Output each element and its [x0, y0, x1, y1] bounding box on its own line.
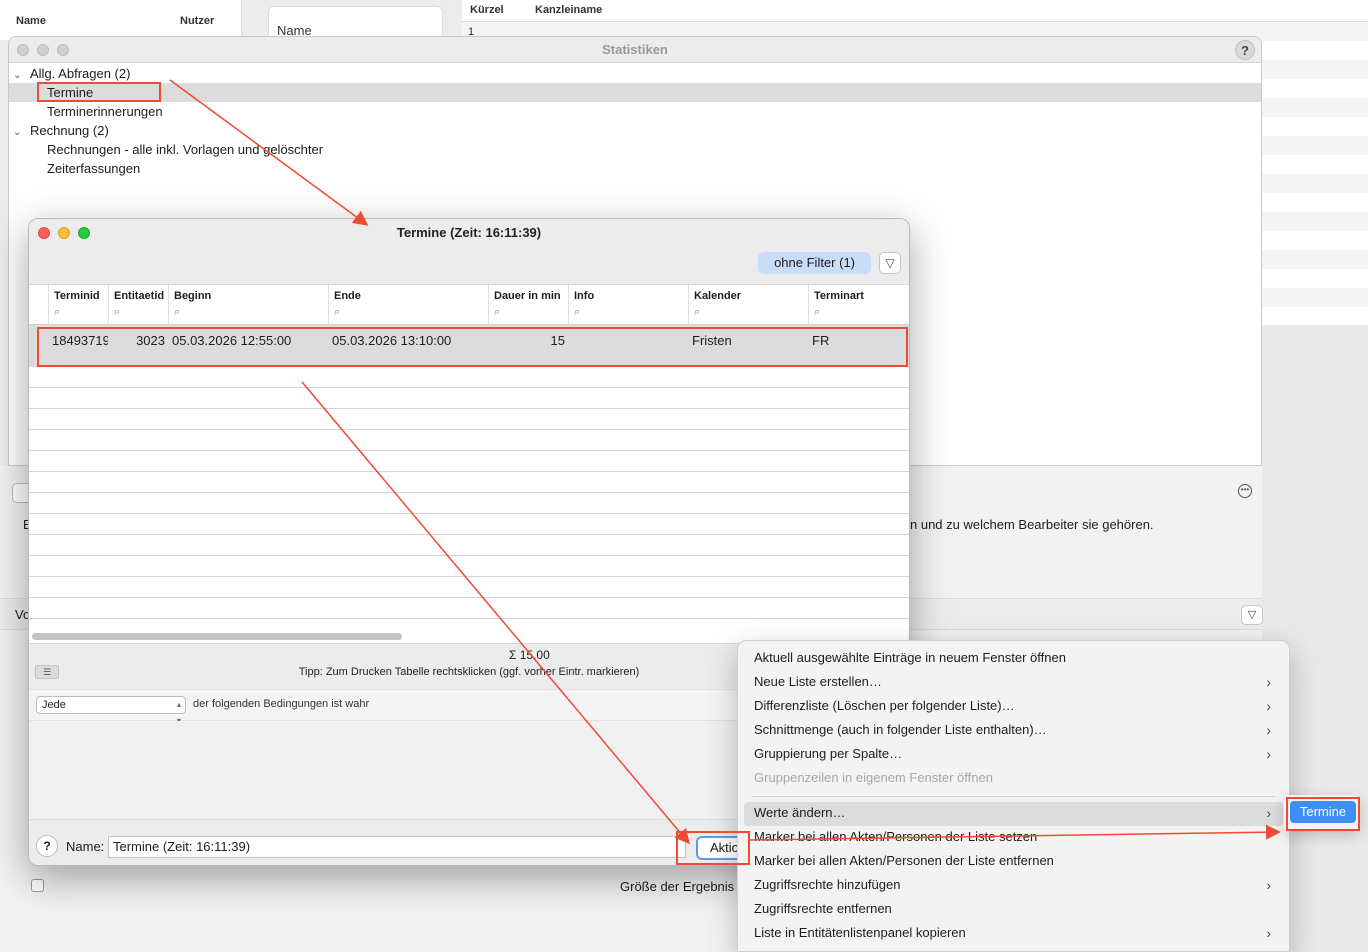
row-marker-header	[29, 285, 49, 325]
cell-entitaetid: 3023	[136, 333, 165, 348]
menu-item-new-list[interactable]: Neue Liste erstellen… ›	[738, 671, 1289, 695]
search-icon[interactable]: ⌕	[174, 306, 328, 319]
chevron-right-icon: ›	[1266, 805, 1271, 821]
name-label: Name:	[66, 839, 105, 854]
bg-right-header: Kürzel Kanzleiname	[462, 0, 1368, 22]
horizontal-scrollbar[interactable]	[32, 633, 402, 640]
bg-col-user: Nutzer	[180, 15, 215, 27]
col-header-kalender[interactable]: Kalender ⌕	[689, 285, 809, 325]
col-header-ende[interactable]: Ende ⌕	[329, 285, 489, 325]
search-icon[interactable]: ⌕	[574, 306, 688, 319]
search-icon[interactable]: ⌕	[494, 306, 568, 319]
search-icon[interactable]: ⌕	[334, 306, 488, 319]
context-menu: Aktuell ausgewählte Einträge in neuem Fe…	[737, 640, 1290, 952]
bg-more-icon[interactable]: •••	[1238, 484, 1252, 498]
menu-item-open-selected[interactable]: Aktuell ausgewählte Einträge in neuem Fe…	[738, 647, 1289, 671]
submenu-item-termine[interactable]: Termine	[1290, 801, 1356, 823]
bg-description-text: n und zu welchem Bearbeiter sie gehören.	[910, 517, 1154, 532]
bg-result-size-text: Größe der Ergebnis	[620, 879, 735, 894]
menu-item-copy-to-entity-panel[interactable]: Liste in Entitätenlistenpanel kopieren ›	[738, 922, 1289, 946]
table-row[interactable]: 18493719 3023 05.03.2026 12:55:00 05.03.…	[29, 325, 909, 367]
bg-col-name: Name	[16, 15, 46, 27]
cell-ende: 05.03.2026 13:10:00	[332, 333, 452, 348]
menu-separator	[752, 796, 1275, 797]
bg-col-kuerzel: Kürzel	[470, 4, 504, 16]
bg-checkbox[interactable]	[31, 879, 44, 892]
cell-beginn: 05.03.2026 12:55:00	[172, 333, 292, 348]
col-header-info[interactable]: Info ⌕	[569, 285, 689, 325]
menu-item-remove-marker[interactable]: Marker bei allen Akten/Personen der List…	[738, 850, 1289, 874]
chevron-right-icon: ›	[1266, 698, 1271, 714]
name-field[interactable]: Termine (Zeit: 16:11:39)	[108, 836, 686, 858]
cell-kalender: Fristen	[692, 333, 732, 348]
condition-select[interactable]: Jede▴▾	[36, 696, 186, 725]
menu-item-remove-access-rights[interactable]: Zugriffsrechte entfernen	[738, 898, 1289, 922]
termine-toolbar: ohne Filter (1) ▽	[29, 247, 909, 285]
change-values-submenu: Termine	[1284, 795, 1360, 831]
tree-item-zeiterfassungen[interactable]: Zeiterfassungen	[9, 159, 1261, 178]
tree-group-allg[interactable]: ⌄ Allg. Abfragen (2)	[9, 64, 1261, 83]
statistiken-titlebar: Statistiken ?	[9, 37, 1261, 63]
help-button[interactable]: ?	[1235, 40, 1255, 60]
termine-titlebar: Termine (Zeit: 16:11:39)	[29, 219, 909, 247]
cell-terminid: 18493719	[52, 333, 108, 348]
bg-funnel-icon[interactable]: ▽	[1241, 605, 1263, 625]
background-mid-panel: Name	[268, 6, 443, 40]
bg-col-kanzleiname: Kanzleiname	[535, 4, 603, 16]
tree-item-termine[interactable]: Termine	[9, 83, 1261, 102]
chevron-right-icon: ›	[1266, 722, 1271, 738]
menu-item-set-marker[interactable]: Marker bei allen Akten/Personen der List…	[738, 826, 1289, 850]
window-title: Statistiken	[602, 42, 668, 57]
tree-item-terminerinnerungen[interactable]: Terminerinnerungen	[9, 102, 1261, 121]
search-icon[interactable]: ⌕	[694, 306, 808, 319]
search-icon[interactable]: ⌕	[54, 306, 108, 319]
help-button[interactable]: ?	[36, 835, 58, 857]
chevron-right-icon: ›	[1266, 877, 1271, 893]
filter-pill[interactable]: ohne Filter (1)	[758, 252, 871, 274]
menu-item-group-rows-window: Gruppenzeilen in eigenem Fenster öffnen	[754, 770, 993, 785]
col-header-terminart[interactable]: Terminart ⌕	[809, 285, 909, 325]
empty-table-rows	[29, 367, 909, 637]
search-icon[interactable]: ⌕	[114, 306, 168, 319]
chevron-right-icon: ›	[1266, 746, 1271, 762]
col-header-entitaetid[interactable]: Entitaetid ⌕	[109, 285, 169, 325]
funnel-icon[interactable]: ▽	[879, 252, 901, 274]
chevron-right-icon: ›	[1266, 674, 1271, 690]
menu-item-intersection[interactable]: Schnittmenge (auch in folgender Liste en…	[738, 719, 1289, 743]
menu-item-change-values[interactable]: Werte ändern… ›	[744, 802, 1283, 826]
col-header-beginn[interactable]: Beginn ⌕	[169, 285, 329, 325]
cell-dauer: 15	[550, 333, 565, 348]
tree-group-rechnung[interactable]: ⌄ Rechnung (2)	[9, 121, 1261, 140]
menu-item-difference-list[interactable]: Differenzliste (Löschen per folgender Li…	[738, 695, 1289, 719]
menu-item-add-access-rights[interactable]: Zugriffsrechte hinzufügen ›	[738, 874, 1289, 898]
search-icon[interactable]: ⌕	[814, 306, 909, 319]
chevron-right-icon: ›	[1266, 925, 1271, 941]
sum-value: Σ 15,00	[509, 648, 550, 662]
tree-item-rechnungen[interactable]: Rechnungen - alle inkl. Vorlagen und gel…	[9, 140, 1261, 159]
background-left-panel: Name Nutzer	[0, 0, 242, 40]
cell-terminart: FR	[812, 333, 830, 348]
col-header-dauer[interactable]: Dauer in min ⌕	[489, 285, 569, 325]
col-header-terminid[interactable]: Terminid ⌕	[49, 285, 109, 325]
termine-window-title: Termine (Zeit: 16:11:39)	[396, 225, 542, 240]
condition-text: der folgenden Bedingungen ist wahr	[193, 698, 370, 710]
menu-item-group-by-column[interactable]: Gruppierung per Spalte… ›	[738, 743, 1289, 767]
